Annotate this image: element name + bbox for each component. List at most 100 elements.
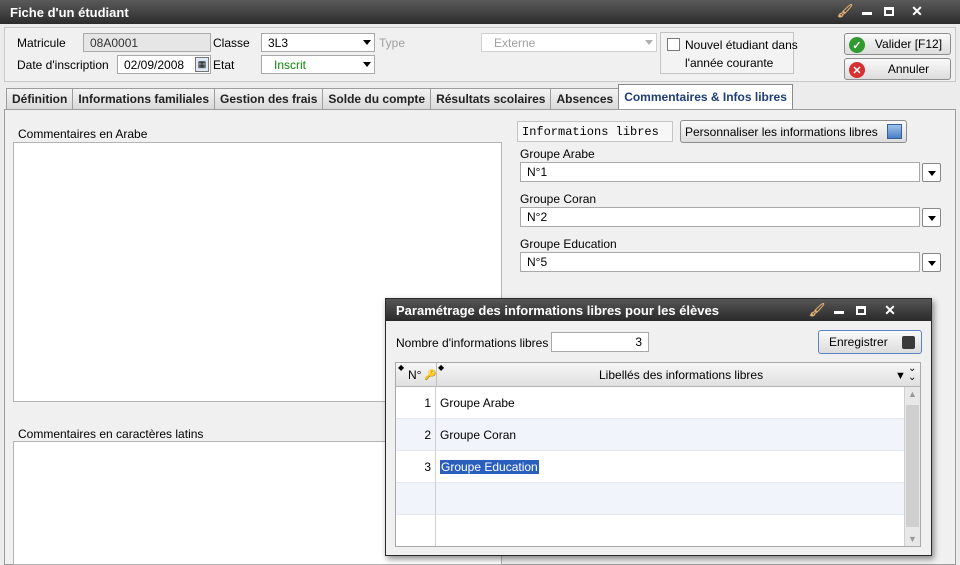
- etat-select[interactable]: Inscrit: [261, 55, 375, 74]
- row-num: [396, 483, 436, 515]
- nombre-infos-input[interactable]: 3: [551, 332, 649, 352]
- nouvel-etudiant-group: Nouvel étudiant dans l'année courante: [660, 32, 798, 74]
- tab-gestion-frais[interactable]: Gestion des frais: [214, 88, 324, 110]
- infos-libres-grid: ◆ N° 🔑 ◆ Libellés des informations libre…: [395, 362, 921, 547]
- col-libelles-header[interactable]: Libellés des informations libres: [599, 368, 763, 382]
- scroll-down-icon[interactable]: ▼: [908, 534, 917, 544]
- close-button[interactable]: ✕: [872, 301, 908, 319]
- table-row-empty[interactable]: [396, 515, 904, 546]
- brush-icon[interactable]: 🖌: [806, 301, 828, 319]
- maximize-button[interactable]: [850, 301, 872, 319]
- group-arabe-value: N°1: [520, 162, 920, 182]
- sort-icon[interactable]: ◆: [398, 363, 404, 372]
- annuler-button[interactable]: ✕ Annuler: [844, 58, 951, 80]
- date-inscription-field[interactable]: 02/09/2008 ▦: [117, 55, 211, 74]
- check-icon: ✓: [849, 37, 865, 53]
- close-icon: ✕: [911, 2, 923, 19]
- enregistrer-label: Enregistrer: [829, 335, 888, 349]
- minimize-icon: [834, 310, 844, 314]
- maximize-button[interactable]: [878, 2, 900, 20]
- personnaliser-button[interactable]: Personnaliser les informations libres: [680, 120, 907, 143]
- chevron-down-icon[interactable]: [922, 253, 941, 272]
- window-controls: 🖌 ✕: [834, 2, 934, 20]
- tab-strip: Définition Informations familiales Gesti…: [6, 84, 793, 110]
- nouvel-etudiant-label-2: l'année courante: [685, 56, 774, 70]
- classe-value: 3L3: [268, 36, 289, 50]
- group-coran-value: N°2: [520, 207, 920, 227]
- table-row[interactable]: 3 Groupe Education: [396, 451, 904, 483]
- tab-informations-familiales[interactable]: Informations familiales: [72, 88, 216, 110]
- window-title: Fiche d'un étudiant: [10, 5, 129, 20]
- grid-header: ◆ N° 🔑 ◆ Libellés des informations libre…: [396, 363, 920, 387]
- group-coran-label: Groupe Coran: [520, 192, 597, 206]
- annuler-label: Annuler: [887, 62, 930, 76]
- minimize-icon: [862, 11, 872, 15]
- maximize-icon: [856, 305, 866, 315]
- calendar-icon[interactable]: ▦: [195, 57, 209, 72]
- dialog-title: Paramétrage des informations libres pour…: [396, 303, 719, 318]
- scroll-thumb[interactable]: [906, 405, 919, 527]
- sort-icon[interactable]: ◆: [438, 363, 444, 372]
- row-num: 1: [396, 387, 436, 419]
- row-num: [396, 515, 436, 546]
- brush-icon[interactable]: 🖌: [834, 2, 856, 20]
- valider-label: Valider [F12]: [874, 37, 943, 51]
- type-value: Externe: [494, 36, 536, 50]
- matricule-field[interactable]: 08A0001: [83, 33, 211, 52]
- tab-absences[interactable]: Absences: [550, 88, 620, 110]
- scroll-up-icon[interactable]: ▲: [908, 389, 917, 399]
- etat-label: Etat: [213, 58, 235, 72]
- column-chooser-icon[interactable]: ⌄ ⌄: [908, 364, 916, 383]
- tab-solde-compte[interactable]: Solde du compte: [322, 88, 432, 110]
- row-label[interactable]: Groupe Arabe: [440, 396, 515, 410]
- nombre-infos-label: Nombre d'informations libres: [396, 336, 549, 350]
- maximize-icon: [884, 6, 894, 16]
- parametrage-dialog: Paramétrage des informations libres pour…: [385, 298, 932, 556]
- grid-scrollbar[interactable]: ▲ ▼: [904, 387, 920, 546]
- chevron-down-icon: [363, 40, 371, 45]
- row-num: 2: [396, 419, 436, 451]
- chevron-down-icon[interactable]: [922, 163, 941, 182]
- filter-icon[interactable]: ▼: [895, 370, 906, 382]
- date-inscription-value: 02/09/2008: [124, 58, 185, 72]
- dialog-title-bar: Paramétrage des informations libres pour…: [386, 299, 931, 321]
- table-row[interactable]: 2 Groupe Coran: [396, 419, 904, 451]
- row-num: 3: [396, 451, 436, 483]
- table-row[interactable]: 1 Groupe Arabe: [396, 387, 904, 419]
- save-icon: [902, 336, 915, 349]
- etat-value: Inscrit: [274, 58, 307, 72]
- classe-label: Classe: [213, 36, 250, 50]
- dialog-window-controls: 🖌 ✕: [806, 301, 908, 319]
- main-title-bar: Fiche d'un étudiant 🖌 ✕: [0, 0, 960, 24]
- type-select[interactable]: Externe: [481, 33, 657, 52]
- matricule-label: Matricule: [17, 36, 66, 50]
- table-row-empty[interactable]: [396, 483, 904, 515]
- enregistrer-button[interactable]: Enregistrer: [818, 330, 922, 354]
- minimize-button[interactable]: [828, 301, 850, 319]
- row-label-selected[interactable]: Groupe Education: [440, 460, 539, 474]
- date-inscription-label: Date d'inscription: [17, 58, 109, 72]
- close-icon: ✕: [884, 301, 896, 318]
- valider-button[interactable]: ✓ Valider [F12]: [844, 33, 951, 55]
- cancel-icon: ✕: [849, 62, 865, 78]
- group-education-label: Groupe Education: [520, 237, 617, 251]
- type-label: Type: [379, 36, 406, 50]
- tab-definition[interactable]: Définition: [6, 88, 74, 110]
- group-arabe-label: Groupe Arabe: [520, 147, 595, 161]
- nouvel-etudiant-label-1: Nouvel étudiant dans: [685, 38, 798, 52]
- column-divider: [436, 363, 437, 387]
- row-label[interactable]: Groupe Coran: [440, 428, 516, 442]
- personnaliser-label: Personnaliser les informations libres: [685, 124, 878, 139]
- col-num-header[interactable]: N°: [408, 368, 421, 382]
- classe-select[interactable]: 3L3: [261, 33, 375, 52]
- minimize-button[interactable]: [856, 2, 878, 20]
- comments-arabe-label: Commentaires en Arabe: [18, 127, 148, 141]
- group-education-value: N°5: [520, 252, 920, 272]
- chevron-down-icon: [645, 40, 653, 45]
- chevron-down-icon[interactable]: [922, 208, 941, 227]
- key-icon: 🔑: [424, 370, 437, 381]
- tab-commentaires-infos-libres[interactable]: Commentaires & Infos libres: [618, 84, 793, 110]
- close-button[interactable]: ✕: [900, 2, 934, 20]
- tab-resultats-scolaires[interactable]: Résultats scolaires: [430, 88, 552, 110]
- nouvel-etudiant-checkbox[interactable]: [667, 38, 680, 51]
